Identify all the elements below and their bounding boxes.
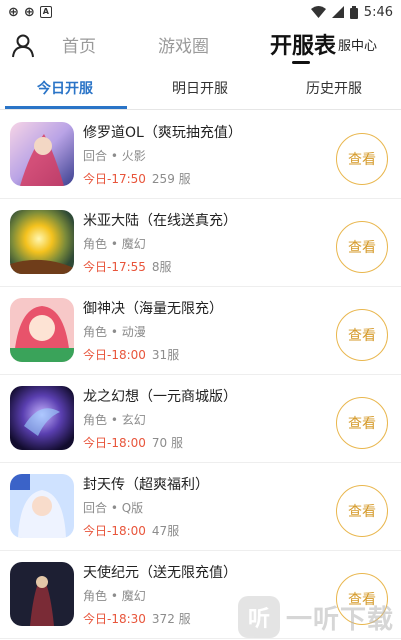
open-time: 今日-17:55	[83, 260, 146, 274]
notification-icon: ⊕	[23, 4, 35, 20]
tab-game-circle[interactable]: 游戏圈	[158, 32, 209, 57]
game-icon	[10, 210, 74, 274]
server-list: 修罗道OL（爽玩抽充值） 回合 • 火影 今日-17:50 259 服 查看 米亚…	[0, 111, 401, 639]
game-name: 封天传（超爽福利）	[83, 477, 209, 493]
game-icon	[10, 562, 74, 626]
status-bar: ⊕ ⊕ A 5:46	[0, 0, 401, 24]
view-button[interactable]: 查看	[336, 221, 388, 273]
clock: 5:46	[363, 4, 393, 20]
server-meta: 今日-17:50 259 服	[83, 170, 191, 187]
game-tags: 回合 • 火影	[83, 149, 146, 163]
profile-icon[interactable]	[10, 32, 36, 58]
game-name: 御神决（海量无限充）	[83, 301, 223, 317]
notification-icon: ⊕	[8, 4, 19, 20]
list-item[interactable]: 封天传（超爽福利） 回合 • Q版 今日-18:00 47服 查看	[0, 463, 401, 551]
signal-icon	[331, 6, 344, 18]
server-number: 70 服	[151, 436, 184, 450]
game-name: 龙之幻想（一元商城版）	[83, 389, 237, 405]
open-time: 今日-18:00	[83, 436, 146, 450]
open-time: 今日-18:30	[83, 612, 146, 626]
tab-home[interactable]: 首页	[62, 32, 96, 57]
view-button[interactable]: 查看	[336, 133, 388, 185]
view-button[interactable]: 查看	[336, 397, 388, 449]
game-tags: 回合 • Q版	[83, 501, 144, 515]
watermark-text: 一听下载	[286, 604, 395, 635]
game-name: 米亚大陆（在线送真充）	[83, 213, 237, 229]
top-nav: 首页 游戏圈 开服表 服中心	[0, 26, 401, 66]
wifi-icon	[310, 6, 326, 18]
server-meta: 今日-18:00 70 服	[83, 434, 183, 451]
game-tags: 角色 • 魔幻	[83, 237, 146, 251]
tab-server-list[interactable]: 开服表	[270, 28, 336, 60]
server-number: 47服	[151, 524, 180, 538]
server-number: 259 服	[151, 172, 191, 186]
view-button[interactable]: 查看	[336, 309, 388, 361]
game-icon	[10, 298, 74, 362]
view-button[interactable]: 查看	[336, 485, 388, 537]
server-meta: 今日-17:55 8服	[83, 258, 172, 275]
tab-tomorrow[interactable]: 明日开服	[140, 78, 260, 98]
list-item[interactable]: 御神决（海量无限充） 角色 • 动漫 今日-18:00 31服 查看	[0, 287, 401, 375]
notification-a-icon: A	[39, 6, 52, 18]
active-tab-indicator	[292, 61, 310, 64]
server-number: 31服	[151, 348, 180, 362]
sub-tab-indicator	[5, 106, 127, 109]
sub-tabs: 今日开服 明日开服 历史开服	[0, 68, 401, 110]
open-time: 今日-18:00	[83, 348, 146, 362]
watermark: 听 一听下载	[238, 595, 394, 639]
game-icon	[10, 474, 74, 538]
open-time: 今日-18:00	[83, 524, 146, 538]
tab-history[interactable]: 历史开服	[274, 78, 394, 98]
game-tags: 角色 • 魔幻	[83, 589, 146, 603]
game-icon	[10, 122, 74, 186]
server-meta: 今日-18:30 372 服	[83, 610, 191, 627]
game-name: 修罗道OL（爽玩抽充值）	[83, 125, 242, 141]
tab-service-center[interactable]: 服中心	[338, 35, 377, 54]
server-number: 8服	[151, 260, 172, 274]
server-meta: 今日-18:00 31服	[83, 346, 179, 363]
server-number: 372 服	[151, 612, 191, 626]
game-tags: 角色 • 玄幻	[83, 413, 146, 427]
list-item[interactable]: 米亚大陆（在线送真充） 角色 • 魔幻 今日-17:55 8服 查看	[0, 199, 401, 287]
game-icon	[10, 386, 74, 450]
tab-today[interactable]: 今日开服	[5, 78, 125, 98]
game-name: 天使纪元（送无限充值）	[83, 565, 237, 581]
game-tags: 角色 • 动漫	[83, 325, 146, 339]
list-item[interactable]: 龙之幻想（一元商城版） 角色 • 玄幻 今日-18:00 70 服 查看	[0, 375, 401, 463]
battery-icon	[349, 5, 358, 19]
list-item[interactable]: 修罗道OL（爽玩抽充值） 回合 • 火影 今日-17:50 259 服 查看	[0, 111, 401, 199]
server-meta: 今日-18:00 47服	[83, 522, 179, 539]
open-time: 今日-17:50	[83, 172, 146, 186]
watermark-logo: 听	[238, 596, 280, 638]
